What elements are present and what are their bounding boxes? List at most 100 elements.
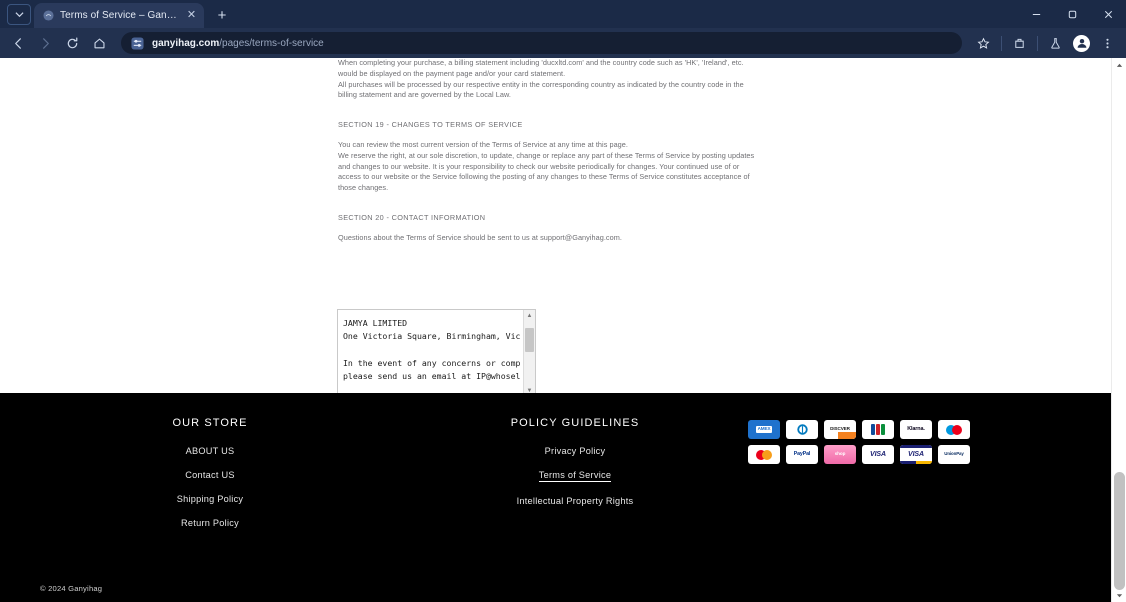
avatar xyxy=(1073,34,1090,52)
amex-label: AMEX xyxy=(755,426,773,433)
page-viewport: When completing your purchase, a billing… xyxy=(0,58,1126,602)
payment-icon-visa-electron: VISA xyxy=(900,445,932,464)
section-20-body: Questions about the Terms of Service sho… xyxy=(338,233,772,244)
labs-flask-icon[interactable] xyxy=(1043,31,1068,56)
footer-column-our-store: OUR STORE ABOUT US Contact US Shipping P… xyxy=(0,417,420,542)
payment-icon-jcb xyxy=(862,420,894,439)
page-scroll-down-icon[interactable] xyxy=(1112,588,1126,602)
paragraph-line: and changes to our website. It is your r… xyxy=(338,161,740,171)
paragraph-line: billing statement and are governed by th… xyxy=(338,90,511,100)
url-text: ganyihag.com/pages/terms-of-service xyxy=(152,38,324,49)
footer-link-terms-of-service[interactable]: Terms of Service xyxy=(538,470,612,482)
embed-text-content: JAMYA LIMITED One Victoria Square, Birmi… xyxy=(343,318,521,382)
paragraph-line: those changes. xyxy=(338,183,389,193)
footer-link-intellectual-property-rights[interactable]: Intellectual Property Rights xyxy=(517,496,634,506)
paragraph-line: When completing your purchase, a billing… xyxy=(338,58,744,67)
payment-icon-klarna: Klarna. xyxy=(900,420,932,439)
page-scroll-track[interactable] xyxy=(1112,72,1126,590)
url-path: /pages/terms-of-service xyxy=(219,37,324,49)
footer-column-policy-guidelines: POLICY GUIDELINES Privacy Policy Terms o… xyxy=(420,417,730,542)
forward-icon[interactable] xyxy=(33,31,58,56)
tab-title: Terms of Service – Ganyihag xyxy=(60,10,179,21)
footer-link-shipping-policy[interactable]: Shipping Policy xyxy=(177,494,244,504)
back-icon[interactable] xyxy=(6,31,31,56)
paragraph-line: Questions about the Terms of Service sho… xyxy=(338,232,622,242)
paragraph-line: would be displayed on the payment page a… xyxy=(338,68,566,78)
visa-label: VISA xyxy=(870,451,886,458)
paragraph-line: All purchases will be processed by our r… xyxy=(338,79,744,89)
reload-icon[interactable] xyxy=(60,31,85,56)
page-content: When completing your purchase, a billing… xyxy=(0,58,1111,602)
jcb-bar-blue xyxy=(871,424,875,435)
window-controls xyxy=(1018,0,1126,28)
footer-heading: OUR STORE xyxy=(172,417,248,429)
minimize-button[interactable] xyxy=(1018,0,1054,28)
paragraph-billing: When completing your purchase, a billing… xyxy=(338,58,772,101)
footer-heading: POLICY GUIDELINES xyxy=(510,417,640,429)
payment-icon-visa: VISA xyxy=(862,445,894,464)
klarna-label: Klarna. xyxy=(907,425,925,432)
paragraph-line: We reserve the right, at our sole discre… xyxy=(338,150,755,160)
payment-icon-discover: DISCVER xyxy=(824,420,856,439)
section-20-heading: SECTION 20 - CONTACT INFORMATION xyxy=(338,212,486,222)
url-domain: ganyihag.com xyxy=(152,37,220,49)
browser-menu-icon[interactable] xyxy=(1095,31,1120,56)
payment-badge-grid: AMEX DISCVER Klarna. PayPal shop VISA VI… xyxy=(748,420,1111,464)
browser-window: Terms of Service – Ganyihag ✕ + ganyihag… xyxy=(0,0,1126,602)
paypal-label: PayPal xyxy=(793,450,811,457)
bookmark-star-icon[interactable] xyxy=(971,31,996,56)
mastercard-circle-orange xyxy=(762,449,772,460)
payment-icon-union-pay: UnionPay xyxy=(938,445,970,464)
footer-copyright: © 2024 Ganyihag xyxy=(40,584,103,593)
union-pay-label: UnionPay xyxy=(944,451,964,457)
payment-icon-paypal: PayPal xyxy=(786,445,818,464)
embed-vertical-scrollbar[interactable]: ▲ ▼ xyxy=(523,310,535,396)
page-scroll-up-icon[interactable] xyxy=(1112,58,1126,72)
address-bar[interactable]: ganyihag.com/pages/terms-of-service xyxy=(121,32,962,54)
jcb-bar-green xyxy=(881,424,885,435)
tab-strip: Terms of Service – Ganyihag ✕ + xyxy=(0,0,1126,28)
terms-article: When completing your purchase, a billing… xyxy=(338,58,772,244)
toolbar-actions xyxy=(971,31,1120,56)
extensions-icon[interactable] xyxy=(1007,31,1032,56)
footer-link-privacy-policy[interactable]: Privacy Policy xyxy=(545,446,606,456)
new-tab-button[interactable]: + xyxy=(211,4,233,26)
embed-vscroll-thumb[interactable] xyxy=(525,328,534,352)
browser-tab[interactable]: Terms of Service – Ganyihag ✕ xyxy=(34,3,204,28)
site-favicon xyxy=(42,10,54,22)
footer-link-about-us[interactable]: ABOUT US xyxy=(186,446,235,456)
section-19-heading: SECTION 19 - CHANGES TO TERMS OF SERVICE xyxy=(338,120,523,130)
toolbar-divider-2 xyxy=(1037,35,1038,51)
discover-stripe xyxy=(838,432,856,439)
footer-link-return-policy[interactable]: Return Policy xyxy=(181,518,239,528)
site-footer: OUR STORE ABOUT US Contact US Shipping P… xyxy=(0,393,1111,602)
maximize-button[interactable] xyxy=(1054,0,1090,28)
jcb-bar-red xyxy=(876,424,880,435)
visa-electron-label: VISA xyxy=(908,451,924,458)
embed-vscroll-track[interactable] xyxy=(524,321,535,385)
toolbar-divider xyxy=(1001,35,1002,51)
site-settings-icon[interactable] xyxy=(131,36,144,50)
visa-electron-top-bar xyxy=(900,445,932,448)
maestro-circle-red xyxy=(952,424,962,435)
shop-pay-label: shop xyxy=(834,451,846,457)
embed-inner: JAMYA LIMITED One Victoria Square, Birmi… xyxy=(338,310,535,396)
close-icon[interactable]: ✕ xyxy=(185,10,198,21)
maestro-circles xyxy=(946,424,962,435)
page-scrollbar[interactable] xyxy=(1111,58,1126,602)
footer-link-contact-us[interactable]: Contact US xyxy=(185,470,234,480)
profile-avatar[interactable] xyxy=(1069,31,1094,56)
scroll-up-arrow-icon[interactable]: ▲ xyxy=(524,310,535,321)
visa-electron-bottom-bar xyxy=(900,461,932,464)
tab-search-icon[interactable] xyxy=(7,4,31,25)
home-icon[interactable] xyxy=(87,31,112,56)
page-scroll-thumb[interactable] xyxy=(1114,472,1125,590)
paragraph-line: You can review the most current version … xyxy=(338,139,628,149)
payment-icon-mastercard xyxy=(748,445,780,464)
close-window-button[interactable] xyxy=(1090,0,1126,28)
payment-icon-shop-pay: shop xyxy=(824,445,856,464)
footer-columns: OUR STORE ABOUT US Contact US Shipping P… xyxy=(0,393,1111,542)
footer-payment-methods: AMEX DISCVER Klarna. PayPal shop VISA VI… xyxy=(730,417,1111,542)
payment-icon-american-express: AMEX xyxy=(748,420,780,439)
paragraph-line: access to our website or the Service fol… xyxy=(338,172,750,182)
